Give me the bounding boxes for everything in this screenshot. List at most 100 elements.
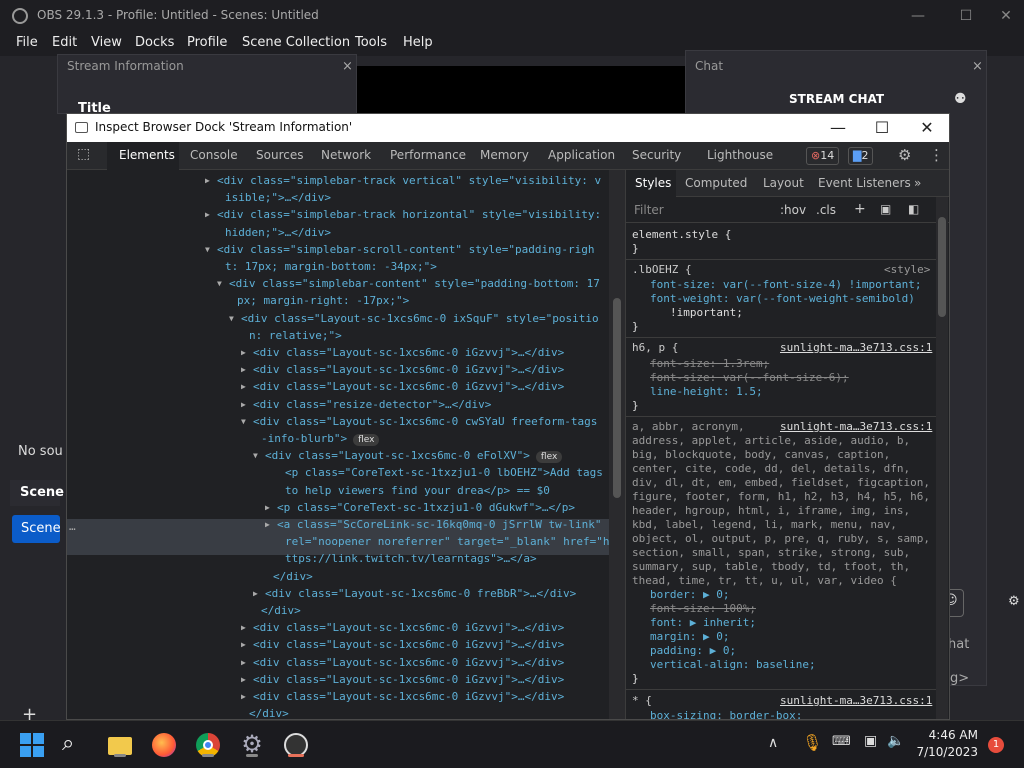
error-count-badge[interactable]: ⊗14 <box>806 147 840 165</box>
tab-lighthouse[interactable]: Lighthouse <box>707 148 773 162</box>
clock-date[interactable]: 7/10/2023 <box>916 745 978 759</box>
rule-reset-prop-6[interactable]: vertical-align: baseline; <box>650 658 816 672</box>
tab-computed[interactable]: Computed <box>685 176 747 190</box>
network-icon[interactable]: ▣ <box>864 733 877 749</box>
expand-arrow-icon[interactable]: ▶ <box>241 344 251 361</box>
rule-reset-prop-4[interactable]: margin: ▶ 0; <box>650 630 729 644</box>
styles-scrollbar-thumb[interactable] <box>938 217 946 317</box>
menu-help[interactable]: Help <box>403 35 433 50</box>
tab-sources[interactable]: Sources <box>256 148 303 162</box>
menu-file[interactable]: File <box>16 35 38 50</box>
element-line[interactable]: px; margin-right: -17px;"> <box>237 292 409 309</box>
expand-arrow-icon[interactable]: ▶ <box>241 619 251 636</box>
element-line[interactable]: ▼ <div class="Layout-sc-1xcs6mc-0 ixSquF… <box>229 310 599 327</box>
new-rule-icon[interactable]: + <box>854 201 866 217</box>
element-line[interactable]: ▶ <div class="Layout-sc-1xcs6mc-0 freBbR… <box>253 585 576 602</box>
settings-app-icon[interactable]: ⚙ <box>238 731 266 759</box>
element-line[interactable]: ▶ <div class="Layout-sc-1xcs6mc-0 iGzvvj… <box>241 619 564 636</box>
scene-item[interactable]: Scene <box>12 515 61 543</box>
rule-lbOEHZ-source[interactable]: <style> <box>884 263 930 277</box>
element-line[interactable]: </div> <box>261 602 301 619</box>
rule-h6p-prop-1[interactable]: font-size: 1.3rem; <box>650 357 769 371</box>
windows-start-icon[interactable] <box>18 731 46 759</box>
node-ellipsis-icon[interactable]: … <box>69 520 76 533</box>
tab-styles[interactable]: Styles <box>635 176 671 190</box>
expand-arrow-icon[interactable]: ▶ <box>241 396 251 413</box>
tab-network[interactable]: Network <box>321 148 371 162</box>
elements-scrollbar[interactable] <box>609 170 625 719</box>
collapse-arrow-icon[interactable]: ▼ <box>217 275 227 292</box>
collapse-arrow-icon[interactable]: ▼ <box>253 447 263 464</box>
minimize-icon[interactable]: — <box>908 6 928 26</box>
styles-scrollbar[interactable] <box>936 197 948 719</box>
element-line[interactable]: ▶ <div class="Layout-sc-1xcs6mc-0 iGzvvj… <box>241 378 564 395</box>
toggle-sidebar-icon[interactable]: ◧ <box>908 202 919 216</box>
message-count-badge[interactable]: ▇2 <box>848 147 874 165</box>
obs-app-icon[interactable] <box>282 731 310 759</box>
element-line[interactable]: ▶ <div class="simplebar-track horizontal… <box>205 206 601 223</box>
devtools-maximize-icon[interactable]: ☐ <box>871 117 893 139</box>
file-explorer-icon[interactable] <box>106 731 134 759</box>
firefox-icon[interactable] <box>150 731 178 759</box>
scrollbar-thumb[interactable] <box>613 298 621 498</box>
chat-close-icon[interactable]: × <box>972 59 983 74</box>
element-line[interactable]: t: 17px; margin-bottom: -34px;"> <box>225 258 437 275</box>
collapse-arrow-icon[interactable]: ▼ <box>205 241 215 258</box>
inspect-element-icon[interactable]: ⬚ <box>77 146 90 162</box>
devtools-close-icon[interactable]: ✕ <box>916 117 938 139</box>
element-line[interactable]: ▶ <div class="Layout-sc-1xcs6mc-0 iGzvvj… <box>241 688 564 705</box>
rule-universal-source[interactable]: sunlight-ma…3e713.css:1 <box>780 694 932 708</box>
rule-h6p-prop-2[interactable]: font-size: var(--font-size-6); <box>650 371 849 385</box>
element-line[interactable]: </div> <box>273 568 313 585</box>
element-line[interactable]: -info-blurb"> flex <box>261 430 380 447</box>
rule-lbOEHZ-prop-2[interactable]: font-weight: var(--font-weight-semibold) <box>650 292 915 306</box>
tab-more-chevron[interactable]: » <box>914 176 921 190</box>
element-line[interactable]: </div> <box>249 705 289 719</box>
rule-reset-prop-5[interactable]: padding: ▶ 0; <box>650 644 736 658</box>
expand-arrow-icon[interactable]: ▶ <box>265 516 275 533</box>
show-hidden-icons[interactable]: ∧ <box>768 735 778 751</box>
styles-filter-input[interactable]: Filter <box>634 203 664 217</box>
flex-badge[interactable]: flex <box>535 451 563 464</box>
collapse-arrow-icon[interactable]: ▼ <box>241 413 251 430</box>
rule-h6p-source[interactable]: sunlight-ma…3e713.css:1 <box>780 341 932 355</box>
volume-icon[interactable]: 🔈 <box>887 733 904 749</box>
notification-badge[interactable]: 1 <box>988 737 1004 753</box>
rule-reset-prop-1[interactable]: border: ▶ 0; <box>650 588 729 602</box>
element-line[interactable]: rel="noopener noreferrer" target="_blank… <box>285 533 609 550</box>
element-line[interactable]: ttps://link.twitch.tv/learntags">…</a> <box>285 550 537 567</box>
devtools-more-icon[interactable]: ⋮ <box>929 146 944 164</box>
expand-arrow-icon[interactable]: ▶ <box>205 206 215 223</box>
tab-event-listeners[interactable]: Event Listeners <box>818 176 911 190</box>
tab-performance[interactable]: Performance <box>390 148 466 162</box>
collapse-arrow-icon[interactable]: ▼ <box>229 310 239 327</box>
menu-view[interactable]: View <box>91 35 122 50</box>
menu-scene-collection[interactable]: Scene Collection <box>242 35 350 50</box>
menu-edit[interactable]: Edit <box>52 35 77 50</box>
maximize-icon[interactable]: ☐ <box>956 6 976 26</box>
keyboard-icon[interactable]: ⌨ <box>832 734 851 749</box>
expand-arrow-icon[interactable]: ▶ <box>241 361 251 378</box>
element-line[interactable]: hidden;">…</div> <box>225 224 331 241</box>
element-line[interactable]: ▶ <div class="Layout-sc-1xcs6mc-0 iGzvvj… <box>241 636 564 653</box>
expand-arrow-icon[interactable]: ▶ <box>241 378 251 395</box>
element-line[interactable]: ▼ <div class="Layout-sc-1xcs6mc-0 cwSYaU… <box>241 413 597 430</box>
chat-settings-icon[interactable]: ⚙ <box>1008 594 1020 609</box>
flex-badge[interactable]: flex <box>353 434 380 446</box>
element-line[interactable]: to help viewers find your drea</p> == $0 <box>285 482 550 499</box>
element-line[interactable]: ▶ <div class="Layout-sc-1xcs6mc-0 iGzvvj… <box>241 671 564 688</box>
menu-profile[interactable]: Profile <box>187 35 227 50</box>
element-line[interactable]: ▶ <a class="ScCoreLink-sc-16kq0mq-0 jSrr… <box>265 516 602 533</box>
element-line[interactable]: ▼ <div class="simplebar-scroll-content" … <box>205 241 595 258</box>
element-line[interactable]: ▶ <div class="Layout-sc-1xcs6mc-0 iGzvvj… <box>241 344 564 361</box>
tab-application[interactable]: Application <box>548 148 615 162</box>
expand-arrow-icon[interactable]: ▶ <box>253 585 263 602</box>
element-line[interactable]: ▶ <div class="Layout-sc-1xcs6mc-0 iGzvvj… <box>241 654 564 671</box>
devtools-minimize-icon[interactable]: — <box>827 117 849 139</box>
expand-arrow-icon[interactable]: ▶ <box>205 172 215 189</box>
rule-h6p-prop-3[interactable]: line-height: 1.5; <box>650 385 763 399</box>
devtools-settings-icon[interactable]: ⚙ <box>898 146 911 164</box>
rule-reset-prop-2[interactable]: font-size: 100%; <box>650 602 756 616</box>
expand-arrow-icon[interactable]: ▶ <box>241 654 251 671</box>
tab-security[interactable]: Security <box>632 148 681 162</box>
